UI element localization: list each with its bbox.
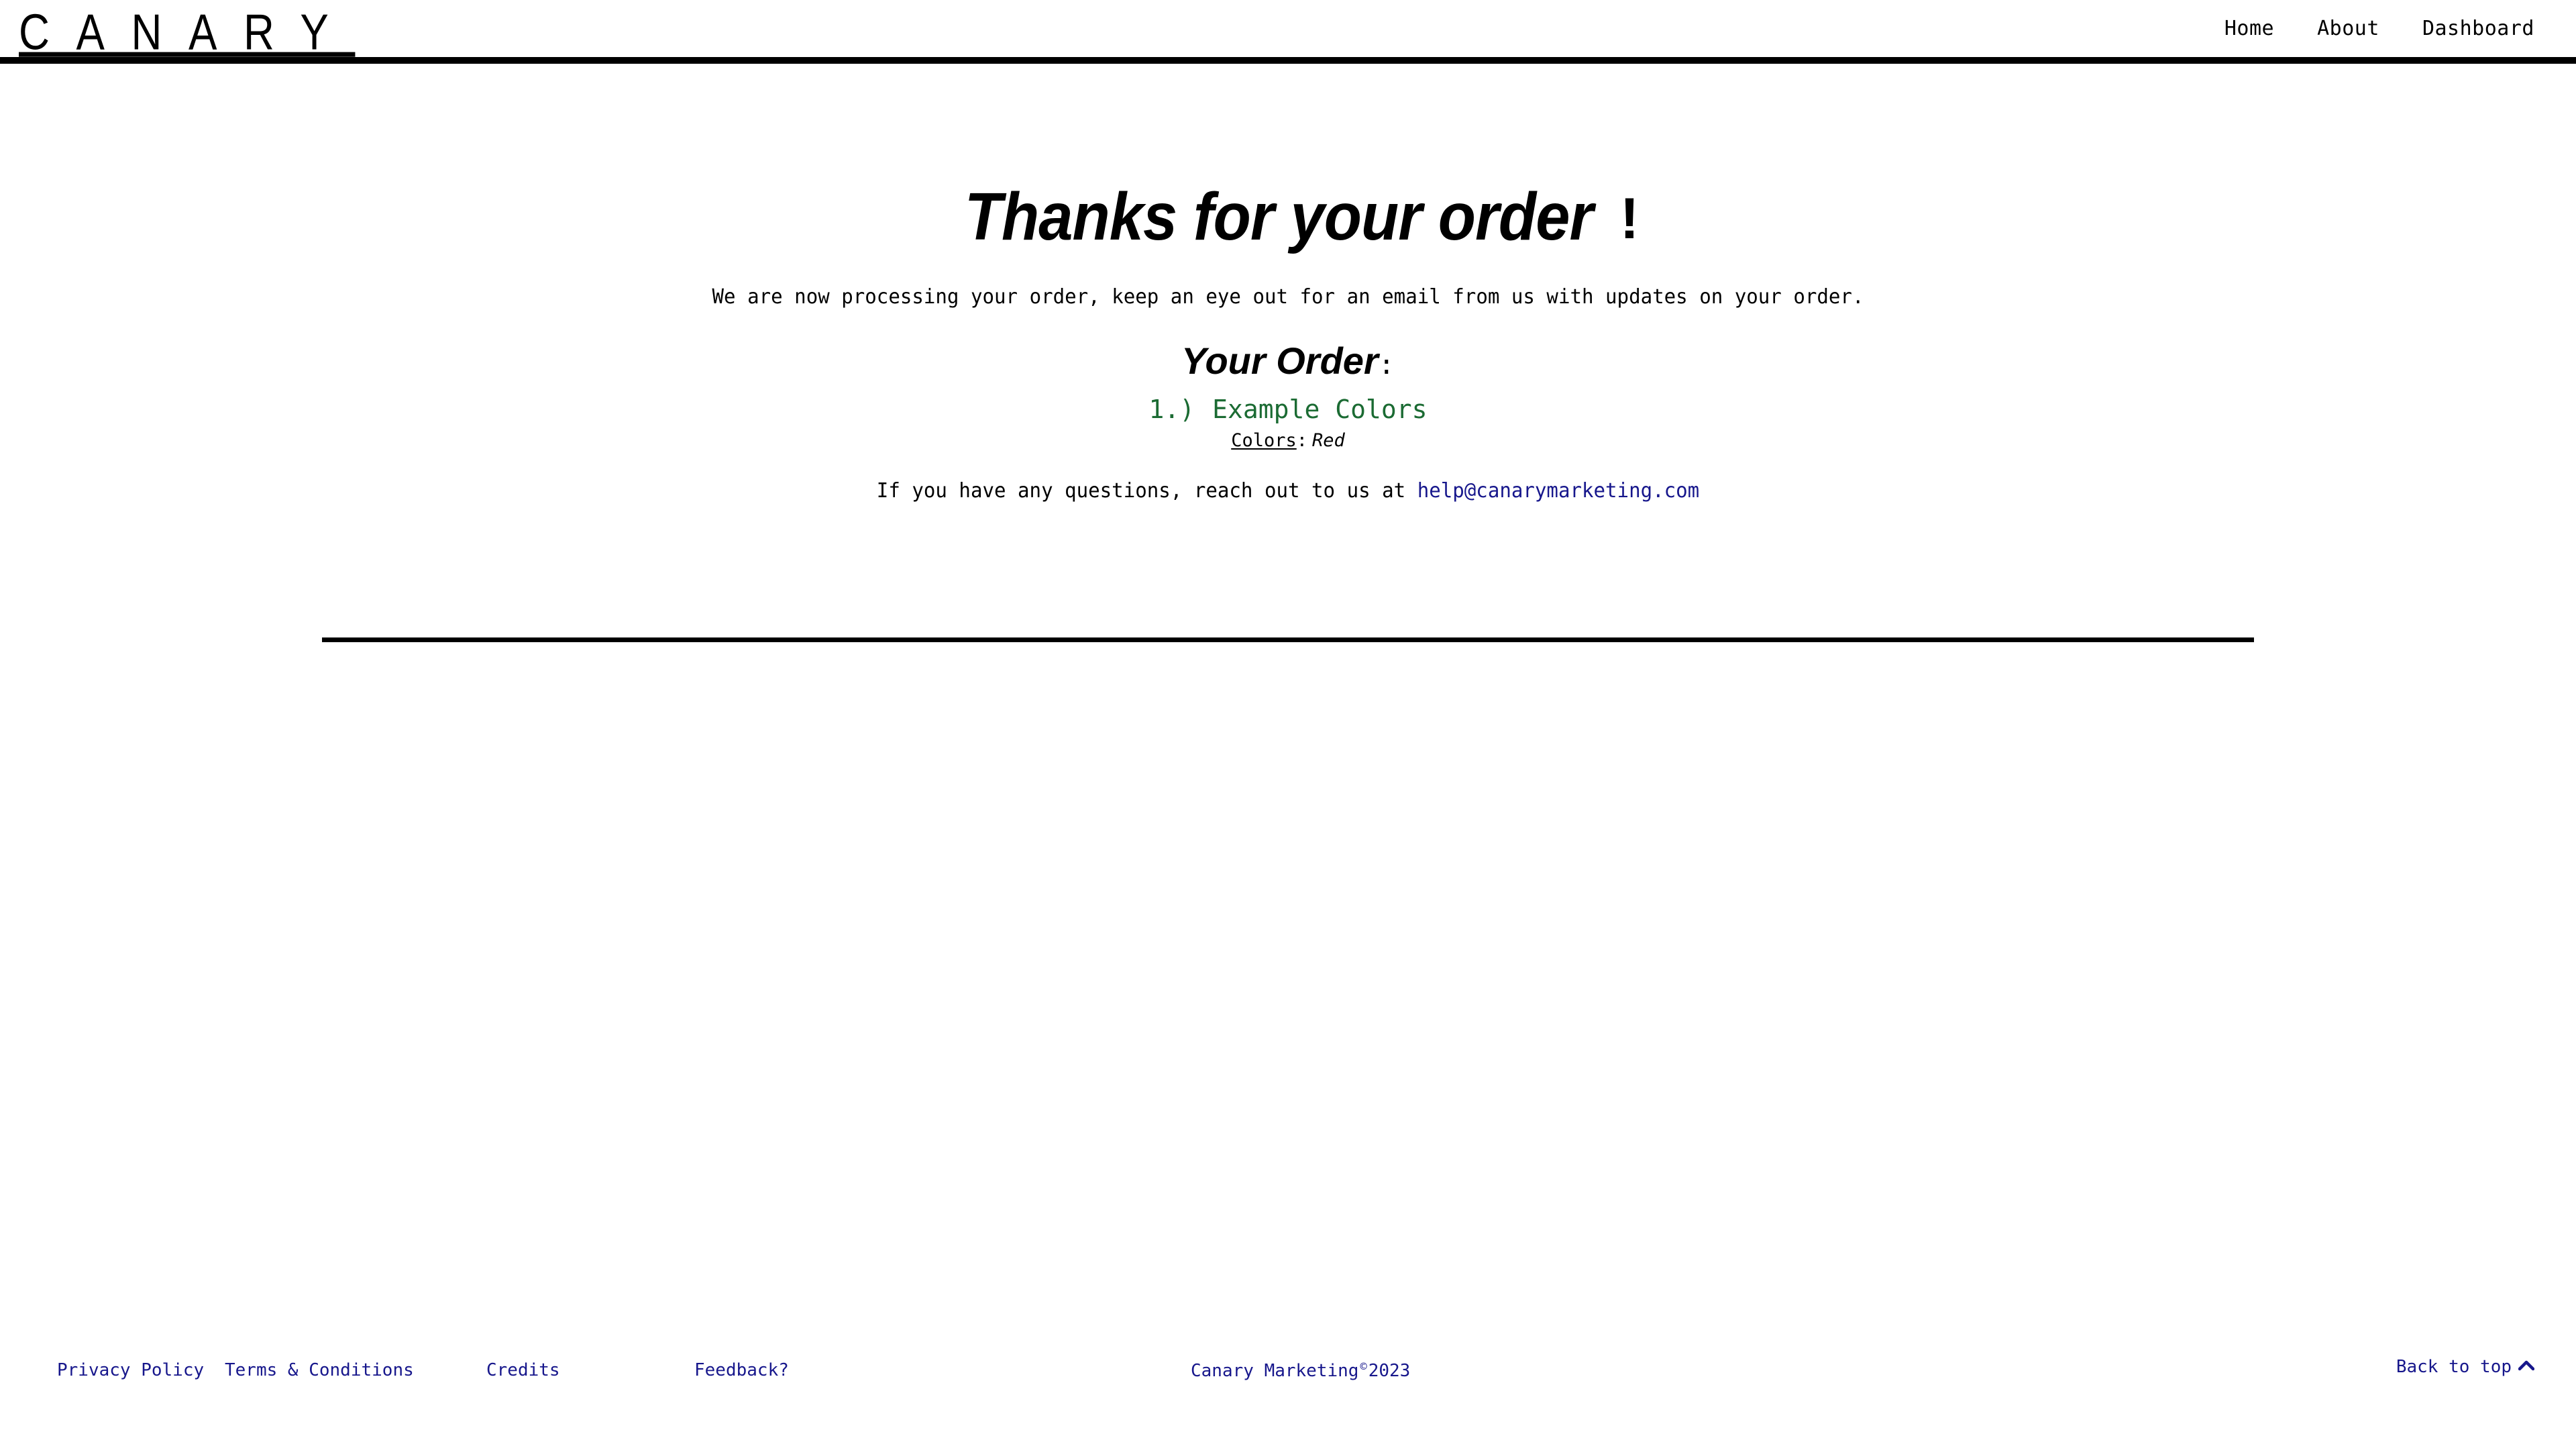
page-title: Thanks for your order! bbox=[0, 70, 2576, 250]
main-navigation: Home About Dashboard bbox=[2224, 0, 2534, 57]
brand-logo[interactable]: CANARY bbox=[19, 1, 355, 64]
back-to-top-button[interactable]: Back to top bbox=[2396, 1358, 2534, 1376]
order-list-item: 1.) Example Colors Colors: Red bbox=[0, 381, 2576, 451]
support-note: If you have any questions, reach out to … bbox=[39, 451, 2538, 503]
main-content: Thanks for your order! We are now proces… bbox=[0, 70, 2576, 642]
copyright-icon: © bbox=[1360, 1360, 1367, 1374]
site-footer: Privacy Policy Terms & Conditions Credit… bbox=[0, 1327, 2576, 1434]
content-divider bbox=[322, 637, 2254, 642]
order-item-title-row: 1.) Example Colors bbox=[0, 394, 2576, 424]
site-header: CANARY Home About Dashboard bbox=[0, 0, 2576, 64]
order-item-name: Example Colors bbox=[1212, 394, 1428, 424]
order-section-heading-colon: : bbox=[1378, 350, 1395, 380]
processing-note: We are now processing your order, keep a… bbox=[712, 285, 1864, 309]
order-section-heading-text: Your Order bbox=[1181, 340, 1379, 382]
order-list: 1.) Example Colors Colors: Red bbox=[0, 381, 2576, 451]
footer-links: Privacy Policy Terms & Conditions Credit… bbox=[57, 1362, 869, 1379]
support-email-link[interactable]: help@canarymarketing.com bbox=[1417, 479, 1699, 503]
footer-inner: Privacy Policy Terms & Conditions Credit… bbox=[0, 1327, 2576, 1434]
back-to-top-label: Back to top bbox=[2396, 1357, 2512, 1377]
support-note-text: If you have any questions, reach out to … bbox=[876, 478, 1417, 503]
chevron-up-icon bbox=[2518, 1360, 2534, 1372]
order-attribute-separator: : bbox=[1296, 429, 1308, 451]
footer-link-credits[interactable]: Credits bbox=[486, 1362, 694, 1379]
footer-link-feedback[interactable]: Feedback? bbox=[694, 1362, 869, 1379]
footer-link-terms-and-conditions[interactable]: Terms & Conditions bbox=[225, 1362, 486, 1379]
nav-link-home[interactable]: Home bbox=[2224, 18, 2274, 39]
footer-link-privacy-policy[interactable]: Privacy Policy bbox=[57, 1362, 225, 1379]
footer-copyright: Canary Marketing ©2023 bbox=[1191, 1362, 1410, 1380]
order-item-index: 1.) bbox=[1148, 394, 1195, 424]
nav-link-about[interactable]: About bbox=[2317, 18, 2379, 39]
order-section-heading: Your Order: bbox=[0, 309, 2576, 381]
order-attribute-value: Red bbox=[1312, 429, 1345, 451]
footer-copyright-year: 2023 bbox=[1368, 1361, 1411, 1381]
nav-link-dashboard[interactable]: Dashboard bbox=[2422, 18, 2534, 39]
order-item-attributes: Colors: Red bbox=[0, 424, 2576, 451]
page-title-text: Thanks for your order bbox=[964, 179, 1593, 254]
footer-copyright-name: Canary Marketing bbox=[1191, 1361, 1359, 1381]
order-attribute-key: Colors bbox=[1231, 429, 1297, 451]
page-title-punctuation: ! bbox=[1619, 187, 1640, 251]
